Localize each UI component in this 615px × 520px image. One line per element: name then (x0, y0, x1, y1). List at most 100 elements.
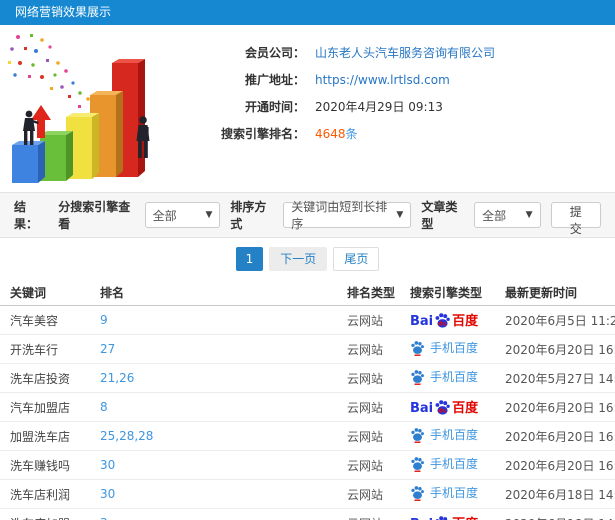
rank-cell[interactable]: 9 (100, 313, 347, 327)
page-number-current[interactable]: 1 (235, 247, 264, 271)
sort-label: 排序方式 (230, 200, 267, 231)
promo-url-label: 推广地址： (244, 73, 305, 87)
baidu-logo: Bai du 百度 (410, 312, 478, 329)
keyword-cell: 洗车赚钱吗 (10, 458, 71, 473)
page-header: 网络营销效果展示 (0, 0, 615, 25)
rank-type-cell: 云网站 (347, 429, 384, 444)
article-type-value: 全部 (482, 208, 507, 223)
engine-cell: 手机百度 (410, 484, 505, 504)
open-time-label: 开通时间： (244, 100, 305, 114)
rank-type-cell: 云网站 (347, 458, 384, 473)
rank-cell[interactable]: 3 (100, 516, 347, 520)
baidu-logo-hanzi: 百度 (452, 313, 479, 329)
keyword-cell: 洗车店加盟 (10, 515, 100, 520)
keyword-cell: 汽车加盟店 (10, 400, 71, 415)
company-label: 会员公司： (244, 46, 305, 60)
mobile-baidu-label: 手机百度 (430, 341, 479, 356)
rank-type-cell: 云网站 (347, 342, 384, 357)
table-row: 洗车店利润 30 云网站 手机百度 2020年6月18日 14:27 (0, 480, 615, 509)
table-row: 汽车美容 9 云网站 Bai du 百度 2020年6月5日 11:24 (0, 306, 615, 335)
mobile-baidu-paw-icon (411, 456, 424, 472)
rank-count: 4648 (315, 127, 346, 141)
engine-rank-value: 4648条 (315, 125, 358, 142)
article-type-select[interactable]: 全部 ▼ (474, 202, 541, 228)
rank-cell[interactable]: 21,26 (100, 371, 347, 385)
sort-select[interactable]: 关键词由短到长排序 ▼ (283, 200, 412, 231)
rank-type-cell: 云网站 (347, 487, 384, 502)
keyword-cell: 开洗车行 (10, 342, 59, 357)
rank-cell[interactable]: 8 (100, 400, 347, 414)
update-time-cell: 2020年6月20日 16:12 (505, 400, 615, 415)
mobile-baidu-paw-icon (411, 340, 424, 356)
results-table: 关键词 排名 排名类型 搜索引擎类型 最新更新时间 汽车美容 9 云网站 Bai… (0, 280, 615, 520)
rank-cell[interactable]: 30 (100, 458, 347, 472)
mobile-baidu-label: 手机百度 (430, 370, 479, 385)
keyword-cell: 加盟洗车店 (10, 429, 71, 444)
table-header-row: 关键词 排名 排名类型 搜索引擎类型 最新更新时间 (0, 280, 615, 306)
info-row-company: 会员公司： 山东老人头汽车服务咨询有限公司 (185, 39, 495, 66)
rank-type-cell: 云网站 (347, 400, 384, 415)
keyword-cell: 洗车店投资 (10, 371, 71, 386)
rank-unit: 条 (345, 127, 358, 141)
col-header-engine-type: 搜索引擎类型 (410, 286, 483, 300)
mobile-baidu-logo: 手机百度 (410, 455, 478, 472)
engine-cell: 手机百度 (410, 455, 505, 475)
next-page-button[interactable]: 下一页 (269, 247, 328, 271)
keyword-cell: 汽车美容 (10, 313, 59, 328)
baidu-logo: Bai du 百度 (410, 399, 478, 416)
last-page-button[interactable]: 尾页 (333, 247, 380, 271)
article-type-label: 文章类型 (421, 200, 458, 231)
confetti-dots (8, 34, 102, 111)
mobile-baidu-label: 手机百度 (430, 486, 479, 501)
rank-type-cell: 云网站 (347, 515, 410, 520)
update-time-cell: 2020年6月5日 11:24 (505, 313, 615, 328)
page-title: 网络营销效果展示 (15, 5, 112, 19)
page: 网络营销效果展示 会员公司： 山东老人头汽车服务咨询有限公司 推广地址： htt… (0, 0, 615, 520)
engine-cell: Bai du 百度 (410, 399, 505, 416)
engine-cell: Bai du 百度 (410, 312, 505, 329)
filter-controls: 分搜索引擎查看 全部 ▼ 排序方式 关键词由短到长排序 ▼ 文章类型 全部 ▼ … (48, 198, 602, 236)
engine-rank-label: 搜索引擎排名： (220, 127, 305, 141)
update-time-cell: 2020年6月18日 14:30 (505, 515, 615, 520)
mobile-baidu-paw-icon (411, 369, 424, 385)
rank-cell[interactable]: 25,28,28 (100, 429, 347, 443)
update-time-cell: 2020年6月20日 16:11 (505, 429, 615, 444)
mobile-baidu-logo: 手机百度 (410, 426, 478, 443)
update-time-cell: 2020年6月20日 16:12 (505, 458, 615, 473)
rank-type-cell: 云网站 (347, 371, 384, 386)
info-row-open-time: 开通时间： 2020年4月29日 09:13 (185, 93, 495, 120)
engine-cell: Bai du 百度 (410, 515, 505, 520)
chevron-down-icon: ▼ (525, 210, 533, 220)
table-row: 洗车店加盟 3 云网站 Bai du 百度 2020年6月18日 14:30 (0, 509, 615, 520)
baidu-logo: Bai du 百度 (410, 515, 478, 520)
engine-filter-label: 分搜索引擎查看 (58, 200, 131, 231)
table-row: 洗车赚钱吗 30 云网站 手机百度 2020年6月20日 16:12 (0, 451, 615, 480)
filter-bar: 结果： 分搜索引擎查看 全部 ▼ 排序方式 关键词由短到长排序 ▼ 文章类型 全… (0, 192, 615, 238)
rank-cell[interactable]: 27 (100, 342, 347, 356)
mobile-baidu-paw-icon (411, 485, 424, 501)
rank-type-cell: 云网站 (347, 313, 384, 328)
engine-filter-select[interactable]: 全部 ▼ (144, 202, 221, 228)
open-time-value: 2020年4月29日 09:13 (315, 100, 443, 114)
mobile-baidu-label: 手机百度 (430, 428, 479, 443)
chevron-down-icon: ▼ (396, 210, 404, 220)
mobile-baidu-logo: 手机百度 (410, 339, 478, 356)
col-header-update-time: 最新更新时间 (505, 286, 578, 300)
promo-url-link[interactable]: https://www.lrtlsd.com (315, 73, 450, 87)
info-section: 会员公司： 山东老人头汽车服务咨询有限公司 推广地址： https://www.… (0, 25, 615, 192)
rank-cell[interactable]: 30 (100, 487, 347, 501)
submit-button[interactable]: 提交 (550, 202, 602, 236)
chevron-down-icon: ▼ (205, 210, 213, 220)
update-time-cell: 2020年6月20日 16:16 (505, 342, 615, 357)
svg-text:du: du (438, 407, 446, 414)
svg-text:du: du (438, 320, 446, 327)
table-row: 汽车加盟店 8 云网站 Bai du 百度 2020年6月20日 16:12 (0, 393, 615, 422)
mobile-baidu-logo: 手机百度 (410, 484, 478, 501)
table-row: 开洗车行 27 云网站 手机百度 2020年6月20日 16:16 (0, 335, 615, 364)
mobile-baidu-paw-icon (411, 427, 424, 443)
bar-chart-illustration (0, 25, 185, 192)
baidu-paw-icon: du (435, 399, 450, 415)
engine-filter-value: 全部 (152, 208, 177, 223)
baidu-logo-bai: Bai (410, 313, 434, 329)
company-link[interactable]: 山东老人头汽车服务咨询有限公司 (315, 44, 495, 61)
